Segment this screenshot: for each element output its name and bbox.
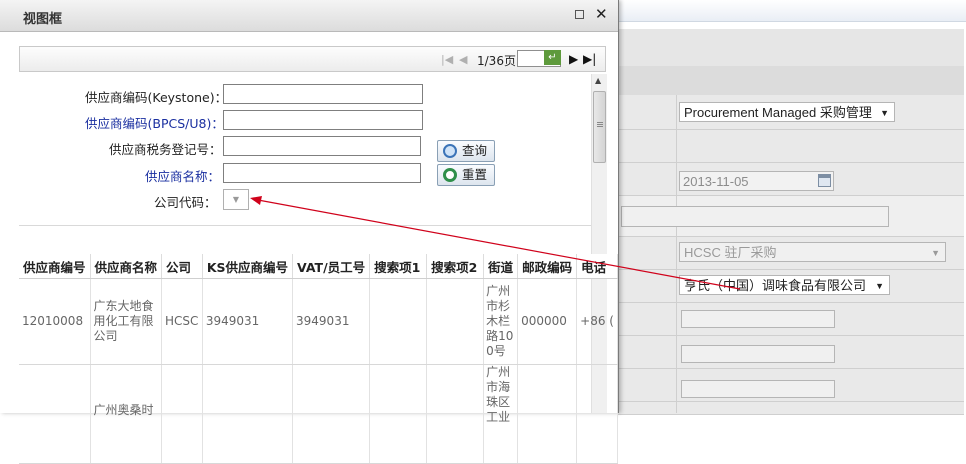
annotation-arrow <box>250 196 741 290</box>
